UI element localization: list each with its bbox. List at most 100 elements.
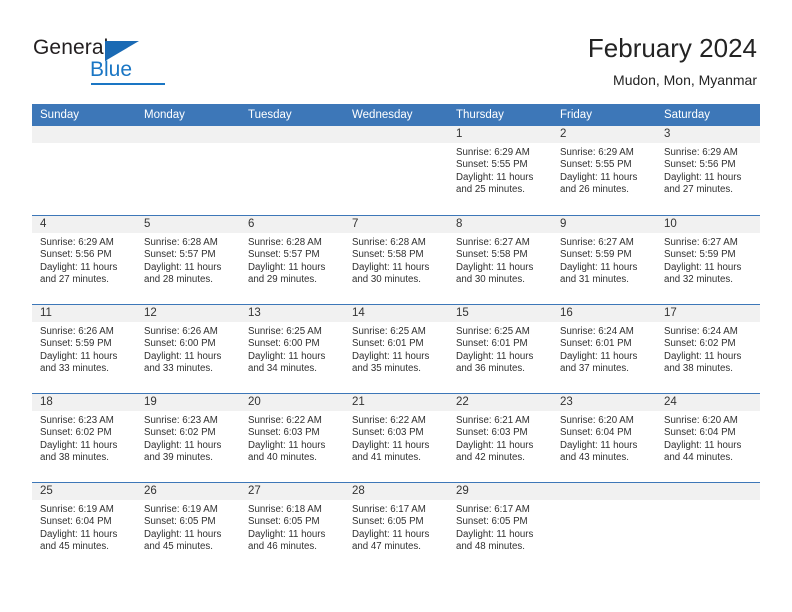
day-details [656,500,760,504]
day-cell-15[interactable]: 15 Sunrise: 6:25 AM Sunset: 6:01 PM Dayligh… [448,305,552,393]
day-details: Sunrise: 6:22 AM Sunset: 6:03 PM Daylight:… [240,411,344,465]
day-cell-24[interactable]: 24 Sunrise: 6:20 AM Sunset: 6:04 PM Dayligh… [656,394,760,482]
day-cell-empty [344,126,448,215]
logo-underline [91,83,165,85]
day-detail-line: Daylight: 11 hours [248,439,326,451]
day-detail-line: Sunrise: 6:19 AM [144,504,218,515]
day-detail-line: Sunrise: 6:28 AM [352,237,426,248]
day-cell-26[interactable]: 26 Sunrise: 6:19 AM Sunset: 6:05 PM Dayligh… [136,483,240,571]
calendar-week-row: 1 Sunrise: 6:29 AM Sunset: 5:55 PM Daylight… [32,126,760,215]
day-cell-20[interactable]: 20 Sunrise: 6:22 AM Sunset: 6:03 PM Dayligh… [240,394,344,482]
day-cell-14[interactable]: 14 Sunrise: 6:25 AM Sunset: 6:01 PM Dayligh… [344,305,448,393]
day-cell-6[interactable]: 6 Sunrise: 6:28 AM Sunset: 5:57 PM Daylight… [240,216,344,304]
day-detail-line: Sunset: 5:59 PM [560,249,632,261]
day-number [344,126,448,143]
weekday-header-friday: Friday [560,109,592,121]
day-number: 18 [32,394,136,411]
day-cell-21[interactable]: 21 Sunrise: 6:22 AM Sunset: 6:03 PM Dayligh… [344,394,448,482]
day-detail-line: Sunrise: 6:29 AM [456,147,530,158]
day-details: Sunrise: 6:28 AM Sunset: 5:57 PM Daylight:… [240,233,344,287]
day-detail-line: Sunrise: 6:26 AM [40,326,114,337]
day-number: 8 [448,216,552,233]
day-cell-7[interactable]: 7 Sunrise: 6:28 AM Sunset: 5:58 PM Daylight… [344,216,448,304]
day-detail-line: and 36 minutes. [456,363,525,375]
day-cell-13[interactable]: 13 Sunrise: 6:25 AM Sunset: 6:00 PM Dayligh… [240,305,344,393]
day-details [240,143,344,147]
day-cell-25[interactable]: 25 Sunrise: 6:19 AM Sunset: 6:04 PM Dayligh… [32,483,136,571]
day-number: 4 [32,216,136,233]
day-details: Sunrise: 6:29 AM Sunset: 5:55 PM Daylight:… [552,143,656,197]
day-detail-line: Daylight: 11 hours [144,261,222,273]
day-details: Sunrise: 6:26 AM Sunset: 6:00 PM Daylight:… [136,322,240,376]
day-cell-11[interactable]: 11 Sunrise: 6:26 AM Sunset: 5:59 PM Dayligh… [32,305,136,393]
day-cell-29[interactable]: 29 Sunrise: 6:17 AM Sunset: 6:05 PM Dayligh… [448,483,552,571]
day-cell-empty [552,483,656,571]
day-details: Sunrise: 6:19 AM Sunset: 6:05 PM Daylight:… [136,500,240,554]
day-detail-line: Sunset: 6:03 PM [248,427,320,439]
day-cell-23[interactable]: 23 Sunrise: 6:20 AM Sunset: 6:04 PM Dayligh… [552,394,656,482]
day-detail-line: Sunrise: 6:23 AM [144,415,218,426]
day-number: 28 [344,483,448,500]
weekday-header-monday: Monday [144,109,185,121]
calendar-grid: Sunday Monday Tuesday Wednesday Thursday Frid… [32,104,760,571]
day-cell-3[interactable]: 3 Sunrise: 6:29 AM Sunset: 5:56 PM Daylight… [656,126,760,215]
general-blue-logo[interactable]: General Blue [33,36,213,88]
day-cell-8[interactable]: 8 Sunrise: 6:27 AM Sunset: 5:58 PM Daylight… [448,216,552,304]
day-detail-line: and 29 minutes. [248,274,317,286]
day-detail-line: Sunrise: 6:17 AM [456,504,530,515]
day-number: 29 [448,483,552,500]
day-detail-line: Sunrise: 6:17 AM [352,504,426,515]
day-cell-9[interactable]: 9 Sunrise: 6:27 AM Sunset: 5:59 PM Daylight… [552,216,656,304]
day-number: 16 [552,305,656,322]
day-cell-12[interactable]: 12 Sunrise: 6:26 AM Sunset: 6:00 PM Dayligh… [136,305,240,393]
day-cell-28[interactable]: 28 Sunrise: 6:17 AM Sunset: 6:05 PM Dayligh… [344,483,448,571]
day-detail-line: and 46 minutes. [248,541,317,553]
day-cell-2[interactable]: 2 Sunrise: 6:29 AM Sunset: 5:55 PM Daylight… [552,126,656,215]
day-cell-19[interactable]: 19 Sunrise: 6:23 AM Sunset: 6:02 PM Dayligh… [136,394,240,482]
day-detail-line: Sunrise: 6:22 AM [248,415,322,426]
day-detail-line: Sunset: 6:01 PM [456,338,528,350]
day-cell-16[interactable]: 16 Sunrise: 6:24 AM Sunset: 6:01 PM Dayligh… [552,305,656,393]
day-detail-line: and 44 minutes. [664,452,733,464]
day-detail-line: Sunrise: 6:18 AM [248,504,322,515]
day-detail-line: Daylight: 11 hours [40,350,118,362]
day-detail-line: Sunset: 6:01 PM [352,338,424,350]
day-detail-line: Sunrise: 6:25 AM [248,326,322,337]
day-number: 9 [552,216,656,233]
day-detail-line: Sunrise: 6:20 AM [560,415,634,426]
day-number: 7 [344,216,448,233]
weekday-header-row: Sunday Monday Tuesday Wednesday Thursday Frid… [32,104,760,126]
day-detail-line: Daylight: 11 hours [560,439,638,451]
day-detail-line: Sunrise: 6:27 AM [456,237,530,248]
day-detail-line: Sunset: 6:04 PM [560,427,632,439]
day-detail-line: and 38 minutes. [40,452,109,464]
day-detail-line: and 27 minutes. [40,274,109,286]
day-number: 21 [344,394,448,411]
day-cell-4[interactable]: 4 Sunrise: 6:29 AM Sunset: 5:56 PM Daylight… [32,216,136,304]
day-details: Sunrise: 6:25 AM Sunset: 6:01 PM Daylight:… [344,322,448,376]
day-number: 24 [656,394,760,411]
day-details [344,143,448,147]
day-cell-18[interactable]: 18 Sunrise: 6:23 AM Sunset: 6:02 PM Dayligh… [32,394,136,482]
day-detail-line: and 35 minutes. [352,363,421,375]
weekday-header-saturday: Saturday [664,109,711,121]
day-cell-5[interactable]: 5 Sunrise: 6:28 AM Sunset: 5:57 PM Daylight… [136,216,240,304]
day-detail-line: Daylight: 11 hours [456,528,534,540]
day-detail-line: Daylight: 11 hours [40,528,118,540]
day-cell-27[interactable]: 27 Sunrise: 6:18 AM Sunset: 6:05 PM Dayligh… [240,483,344,571]
day-detail-line: and 37 minutes. [560,363,629,375]
day-number: 3 [656,126,760,143]
weekday-header-thursday: Thursday [456,109,504,121]
day-detail-line: Sunset: 5:59 PM [664,249,736,261]
day-detail-line: Daylight: 11 hours [144,528,222,540]
day-details: Sunrise: 6:28 AM Sunset: 5:58 PM Daylight:… [344,233,448,287]
day-number: 13 [240,305,344,322]
day-cell-17[interactable]: 17 Sunrise: 6:24 AM Sunset: 6:02 PM Dayligh… [656,305,760,393]
day-detail-line: Daylight: 11 hours [456,171,534,183]
day-cell-22[interactable]: 22 Sunrise: 6:21 AM Sunset: 6:03 PM Dayligh… [448,394,552,482]
day-detail-line: Sunrise: 6:19 AM [40,504,114,515]
day-detail-line: Daylight: 11 hours [456,439,534,451]
day-detail-line: Daylight: 11 hours [144,350,222,362]
day-cell-1[interactable]: 1 Sunrise: 6:29 AM Sunset: 5:55 PM Daylight… [448,126,552,215]
day-cell-10[interactable]: 10 Sunrise: 6:27 AM Sunset: 5:59 PM Dayligh… [656,216,760,304]
